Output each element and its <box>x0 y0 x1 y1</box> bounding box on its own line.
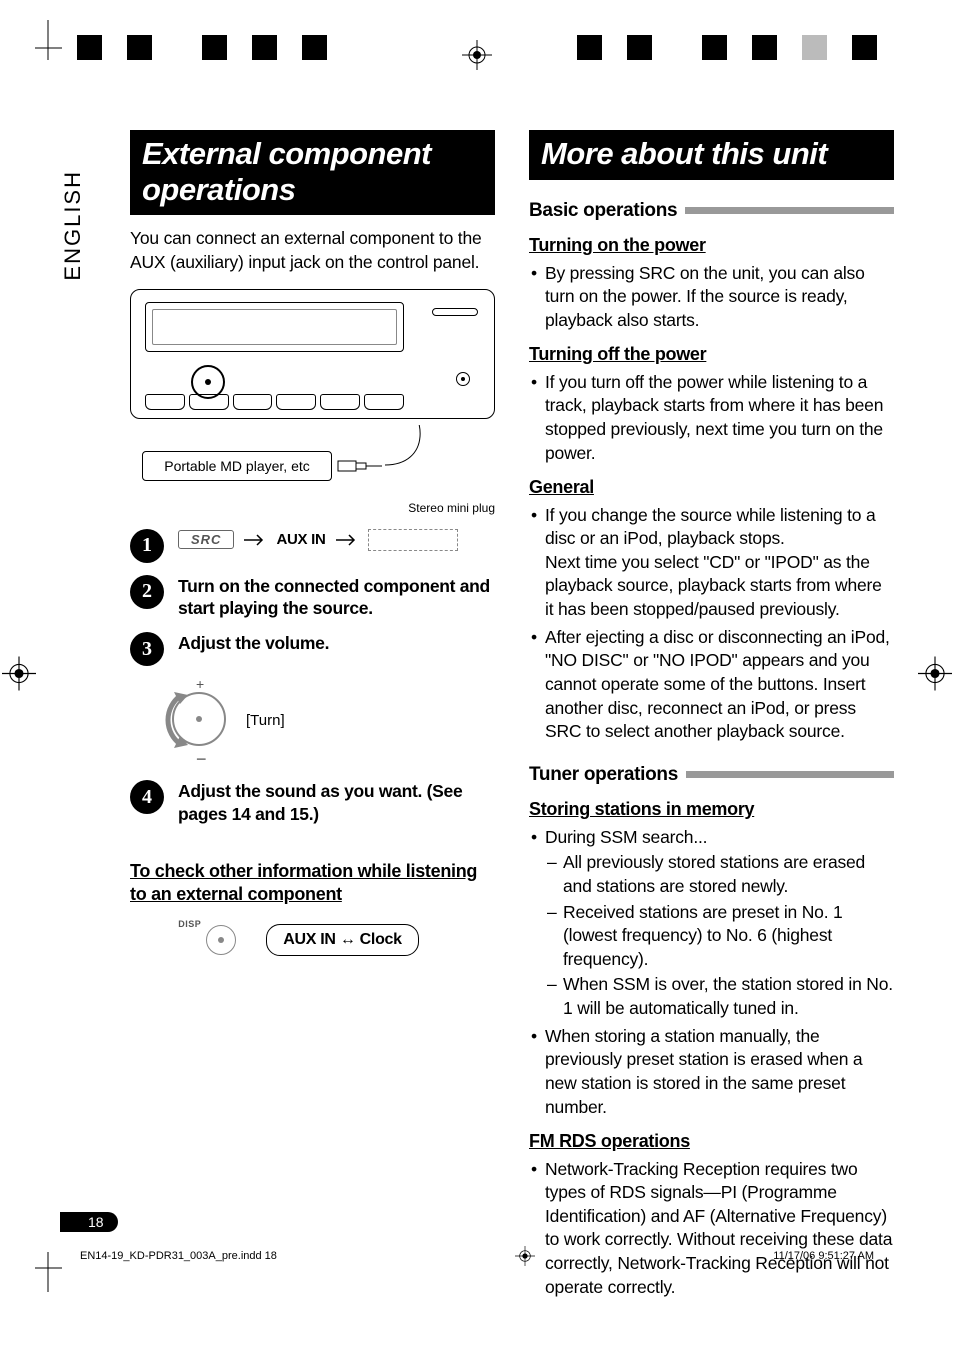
page-content: ENGLISH External component operations Yo… <box>60 130 894 1232</box>
volume-dial-illustration: + − [Turn] <box>160 678 270 768</box>
general-heading: General <box>529 475 894 499</box>
stereo-mini-plug-label: Stereo mini plug <box>408 501 495 515</box>
connection-illustration: Portable MD player, etc Stereo mini plug <box>130 289 495 515</box>
section-title-right: More about this unit <box>529 130 894 180</box>
ssm-dash-2: Received stations are preset in No. 1 (l… <box>545 901 894 972</box>
right-column: More about this unit Basic operations Tu… <box>529 130 894 1303</box>
step-number-4: 4 <box>130 780 164 814</box>
step-2: 2 Turn on the connected component and st… <box>130 575 495 621</box>
fm-rds-heading: FM RDS operations <box>529 1129 894 1153</box>
turning-off-heading: Turning off the power <box>529 342 894 366</box>
md-player-box: Portable MD player, etc <box>142 451 332 481</box>
general-bullet-1: If you change the source while listening… <box>529 504 894 622</box>
ssm-intro-bullet: During SSM search... All previously stor… <box>529 826 894 1021</box>
arrow-right-icon <box>244 534 266 546</box>
turn-label: [Turn] <box>246 712 285 729</box>
step-3: 3 Adjust the volume. <box>130 632 495 666</box>
aux-clock-box: AUX IN ↔ Clock <box>266 924 419 956</box>
step-3-text: Adjust the volume. <box>178 632 329 655</box>
storing-stations-heading: Storing stations in memory <box>529 797 894 821</box>
turning-on-heading: Turning on the power <box>529 233 894 257</box>
general-bullet-2: After ejecting a disc or disconnecting a… <box>529 626 894 744</box>
step-number-1: 1 <box>130 529 164 563</box>
arrow-right-icon <box>336 534 358 546</box>
check-info-heading: To check other information while listeni… <box>130 860 495 907</box>
disp-button-icon <box>206 925 236 955</box>
step-number-3: 3 <box>130 632 164 666</box>
aux-in-label: AUX IN <box>276 531 325 548</box>
car-stereo-unit-illustration <box>130 289 495 419</box>
turning-off-bullet: If you turn off the power while listenin… <box>529 371 894 466</box>
left-column: External component operations You can co… <box>130 130 495 1303</box>
step-2-text: Turn on the connected component and star… <box>178 575 495 621</box>
disp-button-label: DISP <box>178 919 201 929</box>
manual-store-bullet: When storing a station manually, the pre… <box>529 1025 894 1120</box>
src-button-illustration: SRC <box>178 530 234 549</box>
step-4-text: Adjust the sound as you want. (See pages… <box>178 780 495 826</box>
bottom-crop-marks <box>0 1222 954 1292</box>
basic-operations-heading: Basic operations <box>529 198 894 224</box>
step-1: 1 SRC AUX IN <box>130 529 495 563</box>
step-4: 4 Adjust the sound as you want. (See pag… <box>130 780 495 826</box>
ssm-dash-1: All previously stored stations are erase… <box>545 851 894 898</box>
aux-clock-text: AUX IN ↔ Clock <box>283 931 402 949</box>
ssm-dash-3: When SSM is over, the station stored in … <box>545 973 894 1020</box>
registration-mark-left-icon <box>2 657 36 696</box>
intro-text: You can connect an external component to… <box>130 227 495 274</box>
language-tab: ENGLISH <box>60 170 86 281</box>
top-crop-marks <box>0 20 954 90</box>
tuner-operations-heading: Tuner operations <box>529 762 894 788</box>
turning-on-bullet: By pressing SRC on the unit, you can als… <box>529 262 894 333</box>
section-title-left: External component operations <box>130 130 495 215</box>
step-number-2: 2 <box>130 575 164 609</box>
disp-clock-row: DISP AUX IN ↔ Clock <box>130 924 495 956</box>
registration-mark-right-icon <box>918 657 952 696</box>
corner-crop-lines <box>0 20 954 90</box>
dashed-placeholder <box>368 529 458 551</box>
